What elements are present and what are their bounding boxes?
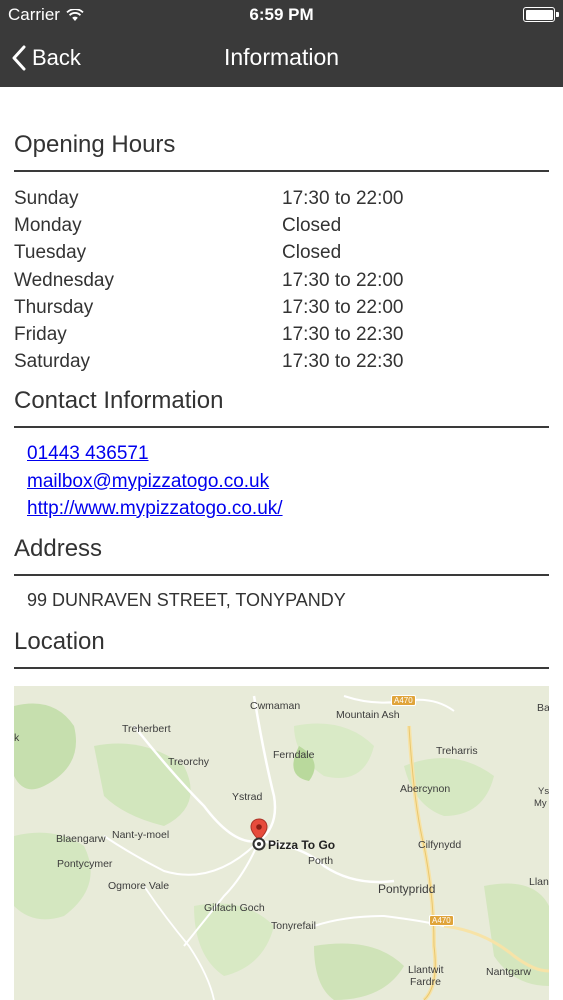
map-label-nantgarw: Nantgarw <box>486 966 531 978</box>
day-label: Thursday <box>14 296 94 318</box>
map-label-treherbert: Treherbert <box>122 723 171 735</box>
page-title: Information <box>223 44 340 70</box>
hours-value: Closed <box>282 242 342 264</box>
hours-value: 17:30 to 22:30 <box>282 351 404 373</box>
map-label-nant-y-moel: Nant-y-moel <box>112 829 170 841</box>
battery-icon <box>523 7 559 22</box>
map-label-edge-llan: Llan <box>529 876 549 888</box>
contact-title: Contact Information <box>14 387 224 415</box>
phone-link[interactable]: 01443 436571 <box>27 440 549 467</box>
day-label: Sunday <box>14 188 79 209</box>
hours-value: 17:30 to 22:00 <box>282 269 404 291</box>
hours-row-friday: Friday 17:30 to 22:30 <box>14 321 549 348</box>
map-label-mountain-ash: Mountain Ash <box>336 709 400 721</box>
map-label-abercynon: Abercynon <box>400 783 451 795</box>
opening-hours-section: Opening Hours Sunday 17:30 to 22:00 Mond… <box>14 131 549 375</box>
hours-row-wednesday: Wednesday 17:30 to 22:00 <box>14 267 549 294</box>
section-divider <box>14 170 549 172</box>
hours-row-monday: Monday Closed <box>14 212 549 239</box>
opening-hours-table: Sunday 17:30 to 22:00 Monday Closed Tues… <box>14 185 549 375</box>
map-pin-label: Pizza To Go <box>268 838 336 852</box>
hours-value: 17:30 to 22:00 <box>282 188 404 209</box>
opening-hours-title: Opening Hours <box>14 131 176 158</box>
status-bar: Carrier 6:59 PM <box>0 0 563 30</box>
map-label-treorchy: Treorchy <box>168 756 210 768</box>
map-label-pontycymer: Pontycymer <box>57 858 113 870</box>
map-label-treharris: Treharris <box>436 745 478 757</box>
day-label: Wednesday <box>14 269 114 291</box>
contact-list: 01443 436571 mailbox@mypizzatogo.co.uk h… <box>14 440 549 522</box>
map-label-edge-ba: Ba <box>537 702 549 714</box>
map-label-ogmore-vale: Ogmore Vale <box>108 880 170 892</box>
section-divider <box>14 666 549 669</box>
website-link[interactable]: http://www.mypizzatogo.co.uk/ <box>27 495 549 522</box>
email-link[interactable]: mailbox@mypizzatogo.co.uk <box>27 468 549 495</box>
map-label-porth: Porth <box>308 855 334 867</box>
hours-row-thursday: Thursday 17:30 to 22:00 <box>14 294 549 321</box>
map-label-edge-k: k <box>14 732 20 744</box>
map-label-edge-my: My <box>534 798 547 809</box>
day-label: Saturday <box>14 351 91 373</box>
location-title: Location <box>14 627 105 655</box>
address-value: 99 DUNRAVEN STREET, TONYPANDY <box>27 589 346 610</box>
hours-value: 17:30 to 22:00 <box>282 296 404 318</box>
map-label-ystrad: Ystrad <box>232 791 263 803</box>
location-target-icon <box>252 837 266 851</box>
day-label: Friday <box>14 323 67 345</box>
map-label-fardre: Fardre <box>410 976 441 988</box>
information-content: Opening Hours Sunday 17:30 to 22:00 Mond… <box>14 87 549 669</box>
map-label-blaengarw: Blaengarw <box>56 833 106 845</box>
location-map[interactable]: Pizza To Go Cwmaman Mountain Ash Treherb… <box>14 686 549 1000</box>
location-section: Location <box>14 628 549 669</box>
road-badge-a470-north: A470 <box>391 695 416 706</box>
contact-section: Contact Information 01443 436571 mailbox… <box>14 387 549 522</box>
map-label-tonyrefail: Tonyrefail <box>271 920 316 932</box>
map-label-cwmaman: Cwmaman <box>250 700 301 712</box>
map-label-cilfynydd: Cilfynydd <box>418 839 462 851</box>
address-title: Address <box>14 534 103 562</box>
section-divider <box>14 573 549 576</box>
hours-row-sunday: Sunday 17:30 to 22:00 <box>14 185 549 212</box>
day-label: Tuesday <box>14 242 87 264</box>
navigation-bar: Back Information <box>0 30 563 87</box>
day-label: Monday <box>14 215 82 237</box>
road-badge-a470-south: A470 <box>429 915 454 926</box>
map-label-gilfach-goch: Gilfach Goch <box>204 902 265 914</box>
map-label-ferndale: Ferndale <box>273 749 315 761</box>
hours-row-saturday: Saturday 17:30 to 22:30 <box>14 348 549 375</box>
address-section: Address 99 DUNRAVEN STREET, TONYPANDY <box>14 535 549 611</box>
map-label-edge-ys: Ys <box>538 786 549 797</box>
section-divider <box>14 426 549 429</box>
map-label-llantwit: Llantwit <box>408 964 444 976</box>
hours-value: 17:30 to 22:30 <box>282 323 404 345</box>
map-label-pontypridd: Pontypridd <box>378 882 436 896</box>
battery-fill <box>525 9 553 20</box>
hours-value: Closed <box>282 215 342 237</box>
status-time: 6:59 PM <box>249 5 314 24</box>
hours-row-tuesday: Tuesday Closed <box>14 239 549 266</box>
